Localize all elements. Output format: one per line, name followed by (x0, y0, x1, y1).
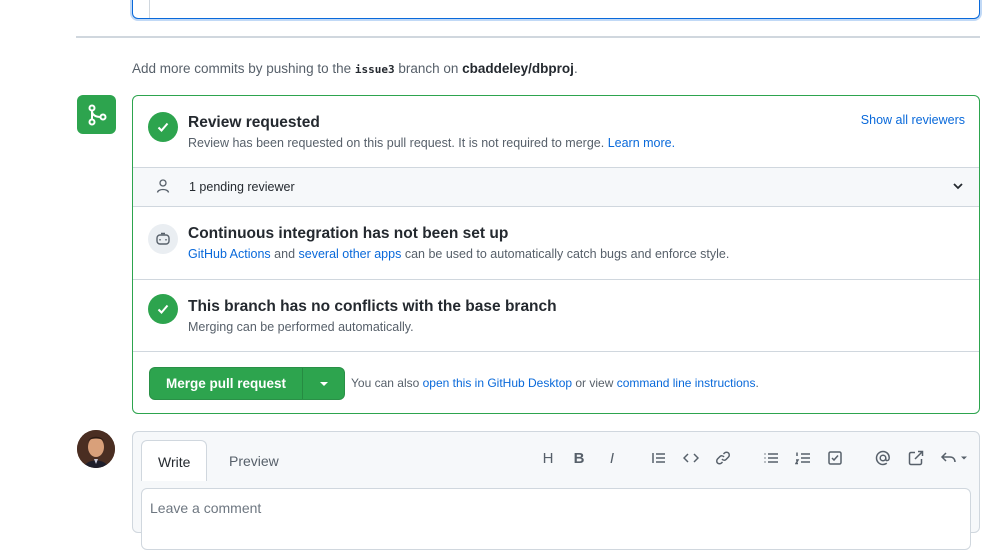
cross-reference-button[interactable] (904, 446, 928, 470)
mention-button[interactable] (871, 446, 895, 470)
merge-pull-request-group: Merge pull request (149, 367, 345, 400)
check-circle-icon (148, 294, 178, 324)
learn-more-link[interactable]: Learn more. (608, 136, 675, 150)
show-all-reviewers-link[interactable]: Show all reviewers (861, 113, 965, 127)
conflicts-desc: Merging can be performed automatically. (188, 320, 414, 334)
caret-down-icon (319, 381, 328, 386)
also-prefix: You can also (351, 376, 423, 390)
other-apps-link[interactable]: several other apps (299, 247, 402, 261)
tasklist-icon (828, 451, 842, 465)
chevron-down-icon[interactable] (951, 179, 965, 196)
hint-middle: branch on (394, 61, 463, 76)
ci-desc: GitHub Actions and several other apps ca… (188, 247, 729, 261)
cross-reference-icon (908, 450, 924, 466)
or-view: or view (572, 376, 617, 390)
merge-status-panel: Review requested Review has been request… (132, 95, 980, 414)
bold-button[interactable]: B (567, 446, 591, 470)
check-circle-icon (148, 112, 178, 142)
quote-icon (652, 453, 665, 463)
ci-robot-icon (148, 224, 178, 254)
previous-comment-box (132, 0, 980, 19)
conflicts-title: This branch has no conflicts with the ba… (188, 298, 557, 315)
code-button[interactable] (679, 446, 703, 470)
quote-button[interactable] (647, 446, 671, 470)
review-desc-text: Review has been requested on this pull r… (188, 136, 608, 150)
push-commits-hint: Add more commits by pushing to the issue… (132, 61, 578, 76)
comment-textarea[interactable]: Leave a comment (141, 488, 971, 550)
ci-and: and (270, 247, 299, 261)
italic-button[interactable]: I (600, 446, 624, 470)
hint-prefix: Add more commits by pushing to the (132, 61, 355, 76)
tab-preview[interactable]: Preview (213, 440, 295, 480)
merge-alternatives-hint: You can also open this in GitHub Desktop… (351, 376, 759, 390)
reply-icon (940, 452, 967, 463)
git-merge-icon (77, 95, 116, 134)
merge-options-dropdown[interactable] (303, 368, 344, 399)
heading-button[interactable]: H (536, 446, 560, 470)
tab-write[interactable]: Write (141, 440, 208, 481)
also-suffix: . (755, 376, 759, 390)
saved-replies-button[interactable] (937, 446, 973, 470)
review-requested-section: Review requested Review has been request… (133, 96, 979, 168)
link-icon (716, 451, 730, 465)
mention-icon (875, 450, 890, 466)
review-title: Review requested (188, 114, 320, 131)
branch-name: issue3 (354, 63, 395, 76)
ci-section: Continuous integration has not been set … (133, 207, 979, 280)
link-button[interactable] (711, 446, 735, 470)
pending-reviewer-label: 1 pending reviewer (189, 180, 295, 194)
task-list-button[interactable] (823, 446, 847, 470)
unordered-list-button[interactable] (759, 446, 783, 470)
no-conflicts-section: This branch has no conflicts with the ba… (133, 280, 979, 352)
list-ordered-icon (795, 452, 810, 465)
command-line-link[interactable]: command line instructions (617, 376, 756, 390)
hint-suffix: . (573, 61, 578, 76)
merge-pull-request-button[interactable]: Merge pull request (150, 368, 302, 399)
repo-name: cbaddeley/dbproj (462, 61, 574, 76)
comment-form: Write Preview H B I Leave a comment (132, 431, 980, 550)
code-icon (683, 453, 699, 463)
ordered-list-button[interactable] (791, 446, 815, 470)
pending-reviewers-row[interactable]: 1 pending reviewer (133, 168, 979, 207)
avatar[interactable] (77, 430, 115, 468)
person-icon (155, 178, 171, 197)
review-desc: Review has been requested on this pull r… (188, 136, 675, 150)
github-desktop-link[interactable]: open this in GitHub Desktop (423, 376, 572, 390)
ci-rest: can be used to automatically catch bugs … (401, 247, 730, 261)
github-actions-link[interactable]: GitHub Actions (188, 247, 271, 261)
ci-title: Continuous integration has not been set … (188, 225, 509, 242)
timeline-divider (76, 36, 980, 38)
list-unordered-icon (764, 453, 778, 463)
comment-placeholder: Leave a comment (150, 500, 262, 516)
